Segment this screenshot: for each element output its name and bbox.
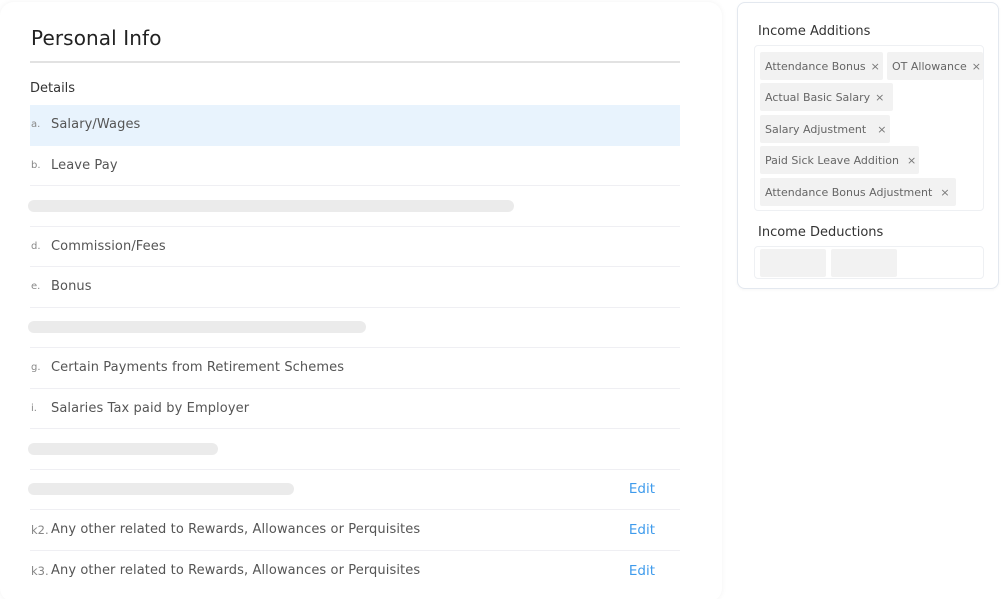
income-additions-heading: Income Additions bbox=[758, 24, 871, 39]
list-item-k2-other-rewards[interactable]: k2. Any other related to Rewards, Allowa… bbox=[30, 510, 680, 551]
row-label: Salary/Wages bbox=[51, 117, 141, 133]
row-index: a. bbox=[31, 119, 41, 131]
details-list: a. Salary/Wages b. Leave Pay d. Commissi… bbox=[28, 105, 680, 592]
page-title: Personal Info bbox=[31, 26, 162, 50]
list-item-commission-fees[interactable]: d. Commission/Fees bbox=[30, 227, 680, 267]
tag-placeholder bbox=[831, 249, 897, 277]
row-label: Bonus bbox=[51, 279, 92, 295]
list-item-leave-pay[interactable]: b. Leave Pay bbox=[30, 146, 680, 186]
list-item-placeholder bbox=[28, 308, 680, 348]
tag-actual-basic-salary: Actual Basic Salary × bbox=[760, 83, 893, 111]
row-label: Certain Payments from Retirement Schemes bbox=[51, 360, 345, 376]
row-label: Salaries Tax paid by Employer bbox=[51, 400, 250, 416]
edit-link[interactable]: Edit bbox=[629, 481, 655, 497]
tag-attendance-bonus-adjustment: Attendance Bonus Adjustment × bbox=[760, 178, 956, 206]
skeleton-bar bbox=[28, 483, 294, 496]
row-label: Leave Pay bbox=[51, 157, 118, 173]
tag-label: Attendance Bonus Adjustment bbox=[765, 185, 933, 199]
income-panel: Income Additions Attendance Bonus × OT A… bbox=[737, 2, 999, 289]
row-index: i. bbox=[31, 402, 37, 414]
row-index: g. bbox=[31, 362, 41, 374]
tag-paid-sick-leave-addition: Paid Sick Leave Addition × bbox=[760, 146, 919, 174]
details-label: Details bbox=[30, 81, 76, 96]
skeleton-bar bbox=[28, 442, 218, 455]
row-index: k2. bbox=[31, 522, 49, 537]
tag-label: OT Allowance bbox=[892, 59, 967, 73]
close-icon[interactable]: × bbox=[972, 60, 981, 73]
tag-label: Paid Sick Leave Addition bbox=[765, 153, 900, 167]
close-icon[interactable]: × bbox=[871, 60, 880, 73]
list-item-bonus[interactable]: e. Bonus bbox=[30, 267, 680, 308]
row-label: Commission/Fees bbox=[51, 238, 166, 254]
income-deductions-heading: Income Deductions bbox=[758, 225, 884, 240]
tag-salary-adjustment: Salary Adjustment × bbox=[760, 115, 890, 143]
row-label: Any other related to Rewards, Allowances… bbox=[51, 522, 421, 538]
row-index: d. bbox=[31, 240, 41, 252]
list-item-placeholder: Edit bbox=[28, 470, 680, 510]
list-item-placeholder bbox=[28, 429, 680, 470]
income-additions-tags[interactable]: Attendance Bonus × OT Allowance × Actual… bbox=[754, 45, 984, 211]
close-icon[interactable]: × bbox=[877, 123, 886, 136]
tag-label: Actual Basic Salary bbox=[765, 90, 871, 104]
income-deductions-tags[interactable] bbox=[754, 246, 984, 279]
close-icon[interactable]: × bbox=[940, 186, 949, 199]
tag-label: Attendance Bonus bbox=[765, 59, 866, 73]
row-label: Any other related to Rewards, Allowances… bbox=[51, 563, 421, 579]
close-icon[interactable]: × bbox=[875, 91, 884, 104]
list-item-salary-wages[interactable]: a. Salary/Wages bbox=[30, 105, 680, 146]
list-item-retirement-payments[interactable]: g. Certain Payments from Retirement Sche… bbox=[30, 348, 680, 389]
row-index: k3. bbox=[31, 563, 49, 578]
edit-link[interactable]: Edit bbox=[629, 522, 655, 538]
row-index: b. bbox=[31, 159, 41, 171]
skeleton-bar bbox=[28, 321, 366, 334]
edit-link[interactable]: Edit bbox=[629, 563, 655, 579]
title-divider bbox=[30, 61, 680, 63]
tag-attendance-bonus: Attendance Bonus × bbox=[760, 52, 883, 80]
list-item-salaries-tax[interactable]: i. Salaries Tax paid by Employer bbox=[30, 389, 680, 429]
tag-label: Salary Adjustment bbox=[765, 122, 867, 136]
tag-ot-allowance: OT Allowance × bbox=[887, 52, 983, 80]
list-item-k3-other-rewards[interactable]: k3. Any other related to Rewards, Allowa… bbox=[30, 551, 680, 592]
personal-info-card: Personal Info Details a. Salary/Wages b.… bbox=[0, 2, 722, 599]
close-icon[interactable]: × bbox=[907, 154, 916, 167]
row-index: e. bbox=[31, 281, 41, 293]
tag-placeholder bbox=[760, 249, 826, 277]
skeleton-bar bbox=[28, 199, 514, 212]
list-item-placeholder bbox=[28, 186, 680, 227]
